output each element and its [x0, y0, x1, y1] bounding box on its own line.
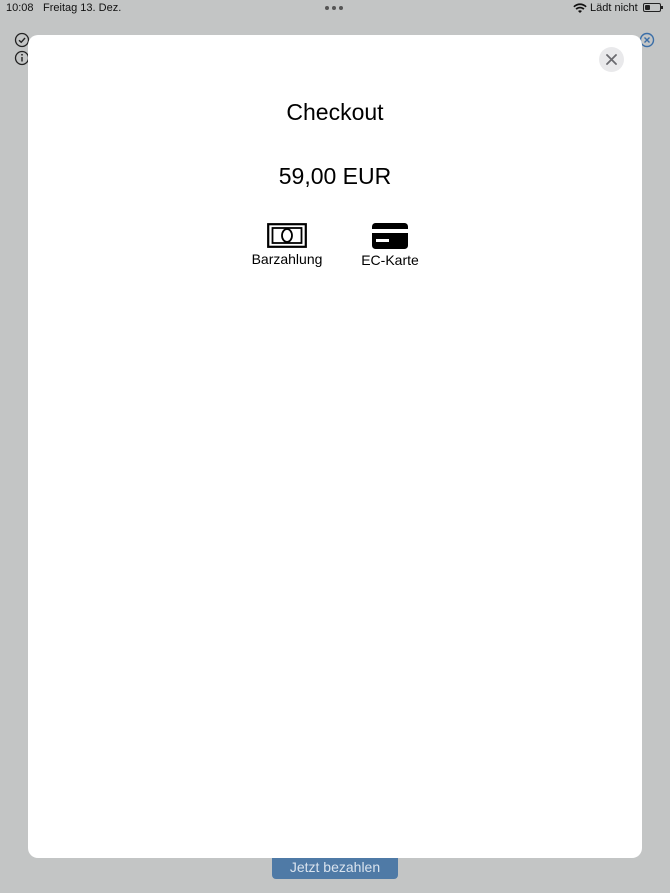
- modal-close-button[interactable]: [599, 47, 624, 72]
- cash-icon: [267, 223, 307, 248]
- wifi-icon: [573, 3, 587, 13]
- charging-status: Lädt nicht: [590, 2, 638, 14]
- status-bar: 10:08 Freitag 13. Dez. Lädt nicht: [0, 0, 670, 18]
- status-time: 10:08: [6, 2, 34, 14]
- credit-card-icon: [372, 223, 408, 249]
- payment-option-label: EC-Karte: [361, 252, 419, 268]
- modal-title: Checkout: [286, 99, 384, 125]
- payment-option-cash[interactable]: Barzahlung: [244, 223, 330, 267]
- payment-option-card[interactable]: EC-Karte: [350, 223, 430, 268]
- payment-option-label: Barzahlung: [251, 251, 323, 267]
- status-date: Freitag 13. Dez.: [43, 2, 122, 14]
- battery-icon: [643, 3, 663, 12]
- checkout-modal: Checkout 59,00 EUR Barzahlung EC-Karte: [28, 35, 642, 858]
- checkout-amount: 59,00 EUR: [278, 163, 392, 189]
- close-icon: [606, 54, 617, 65]
- multitasking-dots-icon[interactable]: [325, 6, 343, 10]
